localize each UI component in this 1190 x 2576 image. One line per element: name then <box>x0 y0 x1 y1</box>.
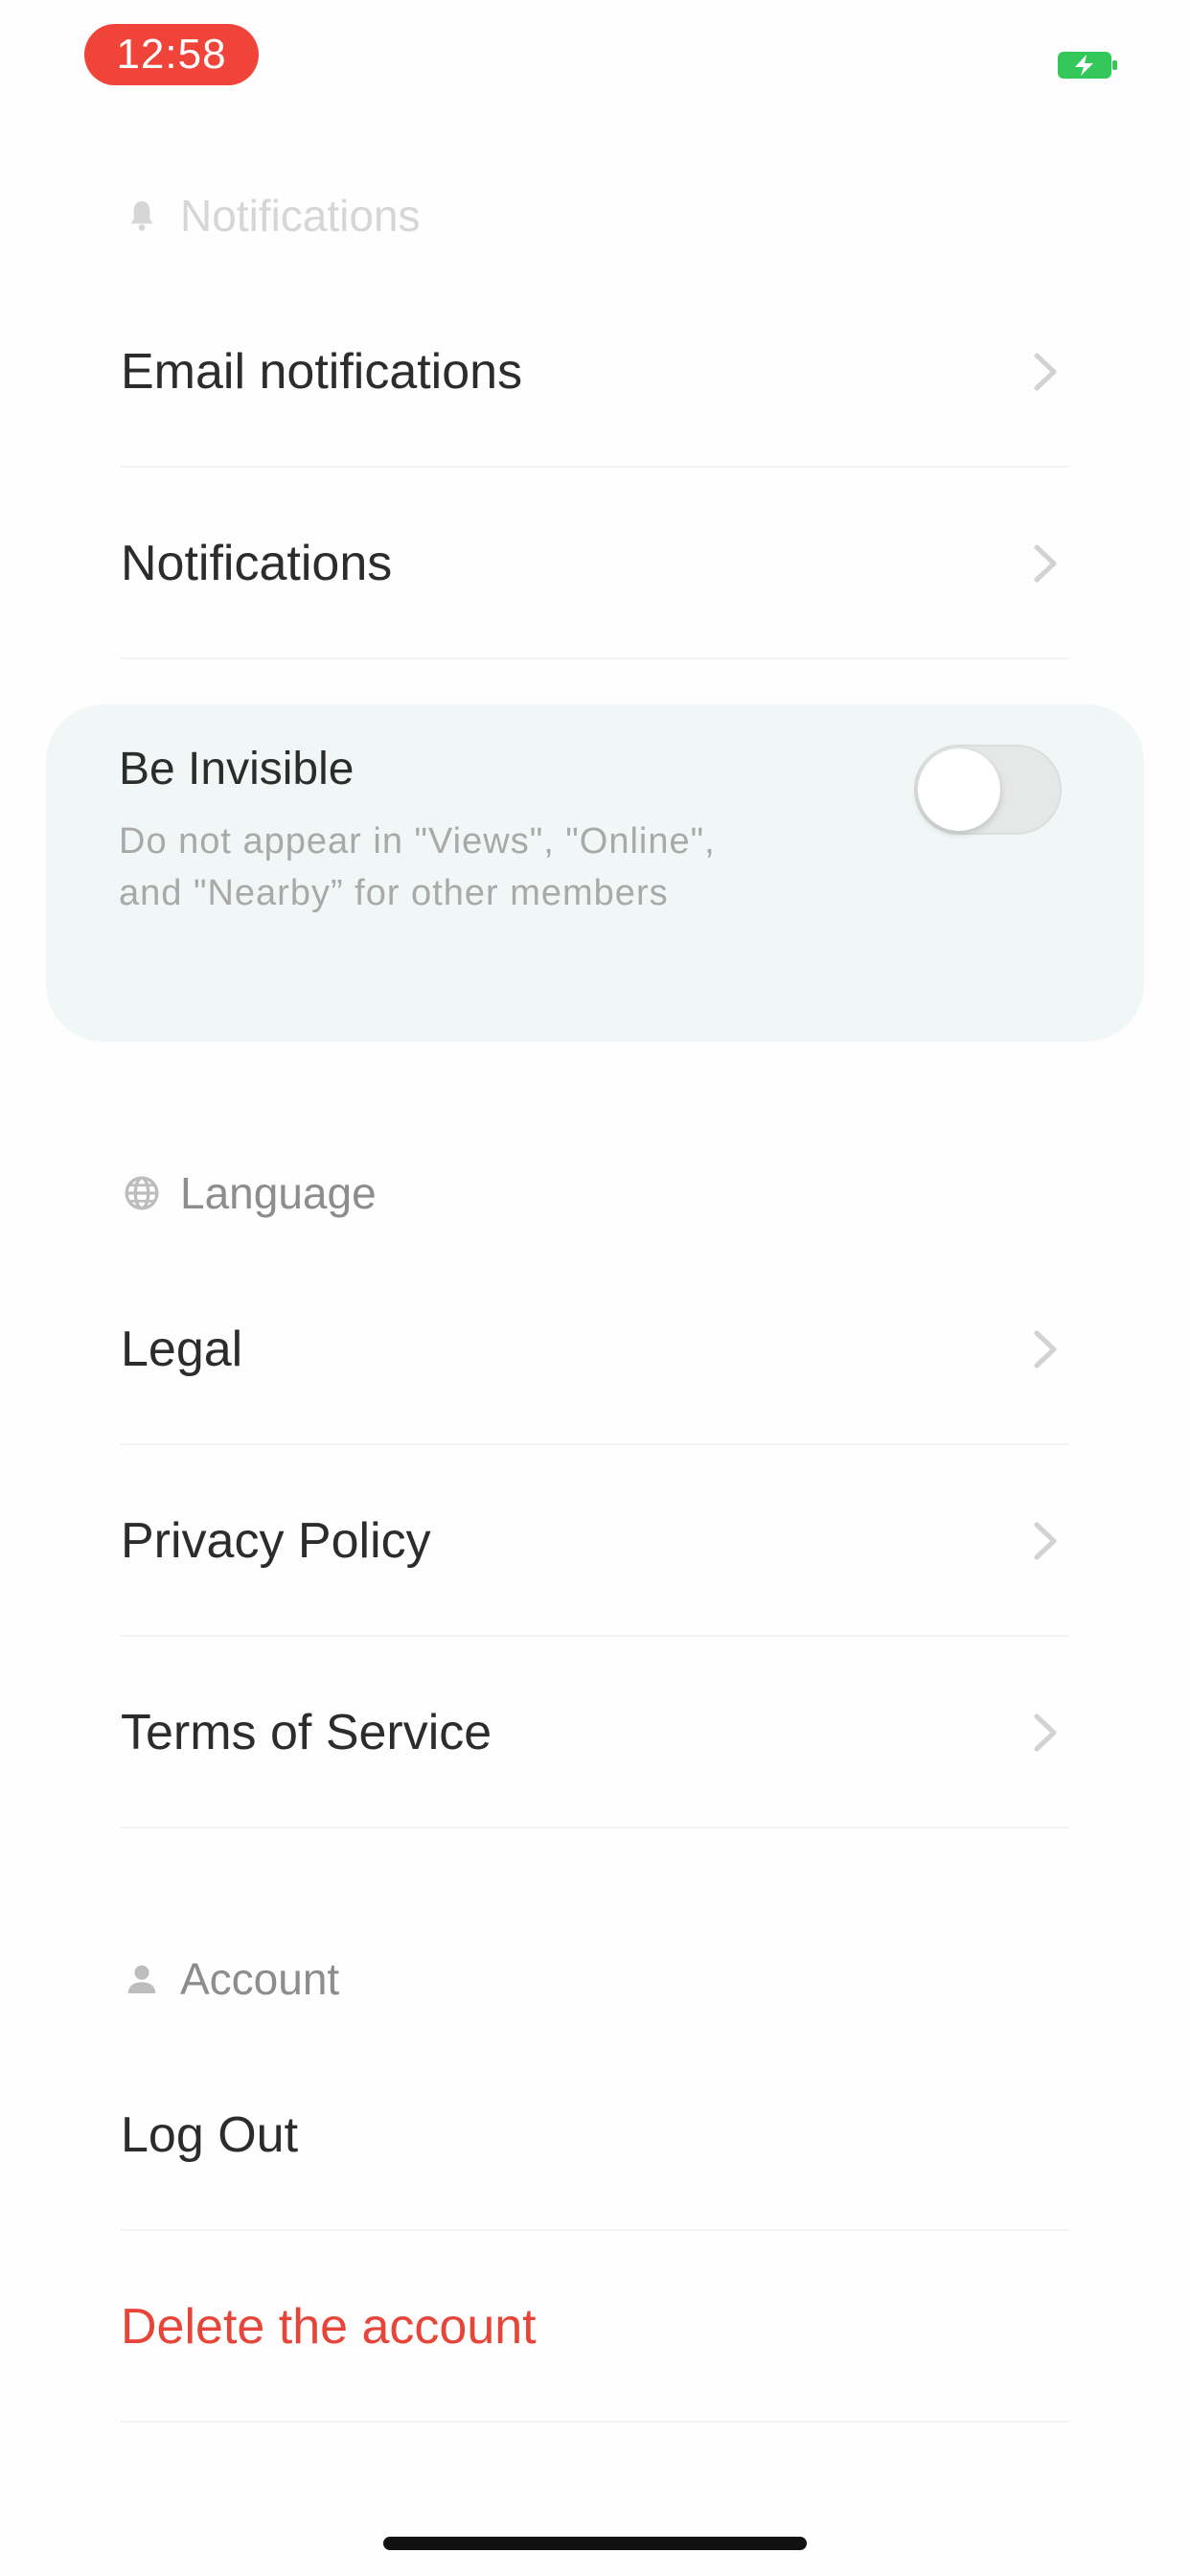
section-title: Language <box>180 1168 377 1218</box>
row-legal[interactable]: Legal <box>121 1254 1069 1445</box>
section-title: Notifications <box>180 191 421 241</box>
row-label: Log Out <box>121 2107 299 2163</box>
row-label: Privacy Policy <box>121 1513 431 1569</box>
chevron-right-icon <box>1034 1522 1057 1560</box>
row-privacy-policy[interactable]: Privacy Policy <box>121 1445 1069 1637</box>
battery-charging-icon <box>1058 52 1117 79</box>
be-invisible-title: Be Invisible <box>119 744 355 794</box>
row-label: Delete the account <box>121 2299 537 2355</box>
status-time: 12:58 <box>84 24 259 85</box>
section-header-language: Language <box>123 1164 377 1222</box>
row-log-out[interactable]: Log Out <box>121 2039 1069 2231</box>
chevron-right-icon <box>1034 544 1057 583</box>
section-header-notifications: Notifications <box>123 187 421 244</box>
home-indicator <box>383 2537 807 2550</box>
section-title: Account <box>180 1954 340 2004</box>
bell-icon <box>130 201 153 231</box>
row-delete-account[interactable]: Delete the account <box>121 2231 1069 2423</box>
row-terms-of-service[interactable]: Terms of Service <box>121 1637 1069 1828</box>
section-header-account: Account <box>123 1950 339 2008</box>
row-label: Notifications <box>121 536 393 591</box>
globe-icon <box>125 1176 159 1210</box>
chevron-right-icon <box>1034 1714 1057 1752</box>
be-invisible-card: Be Invisible Do not appear in "Views", "… <box>46 704 1144 1042</box>
chevron-right-icon <box>1034 353 1057 391</box>
row-label: Terms of Service <box>121 1705 492 1760</box>
be-invisible-description: Do not appear in "Views", "Online", and … <box>119 821 716 913</box>
row-label: Email notifications <box>121 344 523 400</box>
row-email-notifications[interactable]: Email notifications <box>121 276 1069 468</box>
chevron-right-icon <box>1034 1330 1057 1368</box>
be-invisible-toggle[interactable] <box>914 745 1062 835</box>
row-label: Legal <box>121 1322 243 1377</box>
user-icon <box>127 1965 156 1993</box>
toggle-knob <box>918 748 1000 831</box>
row-notifications[interactable]: Notifications <box>121 468 1069 659</box>
